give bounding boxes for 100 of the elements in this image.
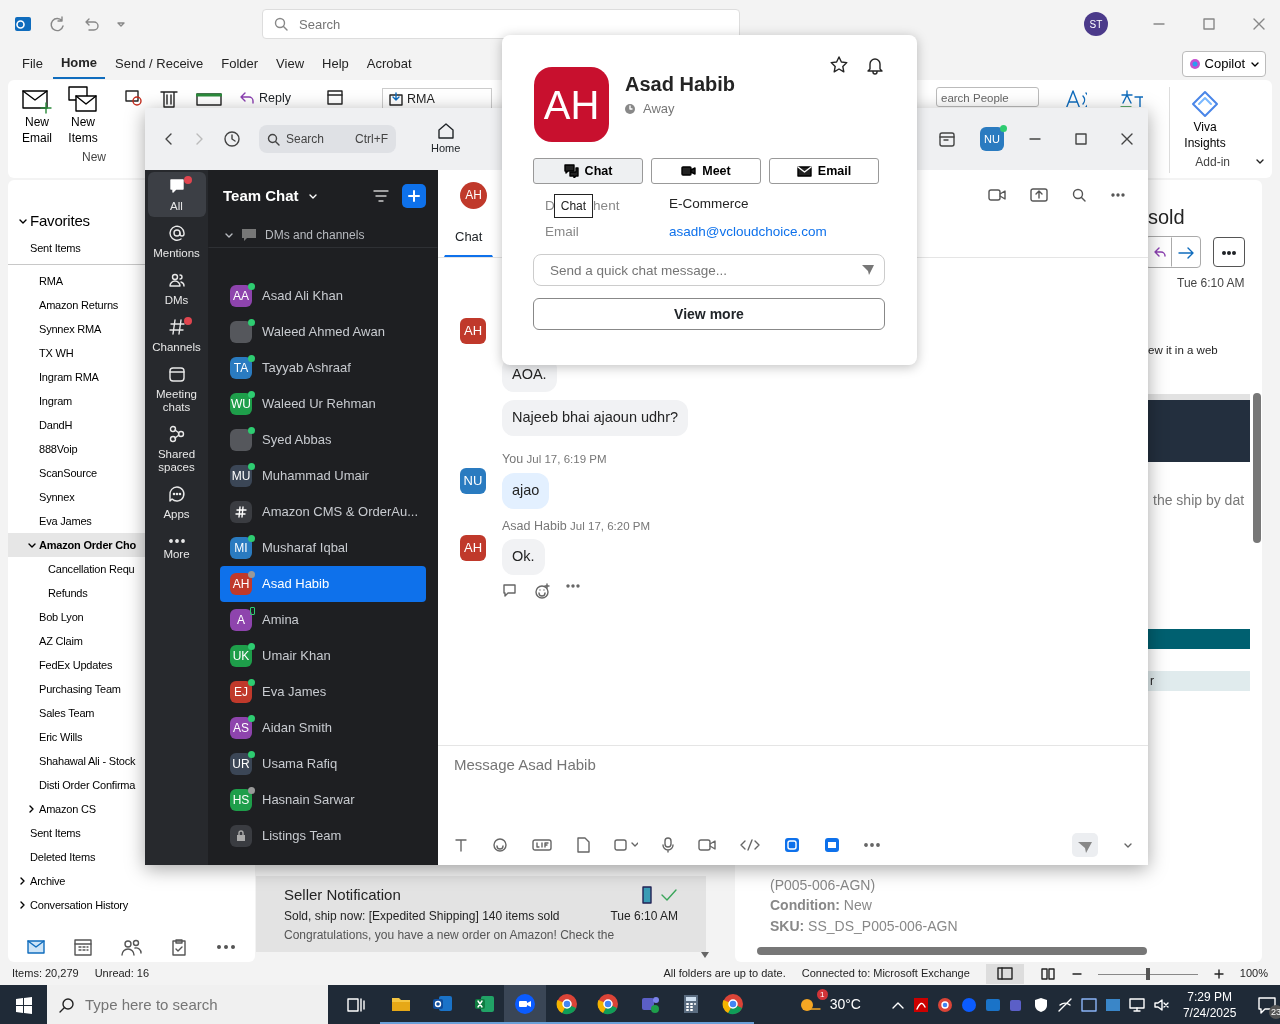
- contact-item[interactable]: UR Usama Rafiq: [220, 746, 426, 782]
- microphone-icon[interactable]: [662, 837, 674, 853]
- tasks-icon[interactable]: [169, 938, 188, 956]
- folder-item[interactable]: Ingram: [8, 389, 145, 413]
- filter-icon[interactable]: [372, 188, 390, 204]
- folder-item[interactable]: ScanSource: [8, 461, 145, 485]
- folder-item[interactable]: Eric Wills: [8, 725, 145, 749]
- ignore-icon[interactable]: [124, 88, 142, 106]
- search-field[interactable]: Search Ctrl+F: [259, 125, 396, 153]
- notifications-button[interactable]: 23: [1254, 991, 1280, 1018]
- star-icon[interactable]: [829, 55, 849, 75]
- mail-icon[interactable]: [25, 938, 46, 956]
- archive-icon[interactable]: [196, 92, 222, 106]
- folder-item[interactable]: 888Voip: [8, 437, 145, 461]
- folder-item[interactable]: Amazon Order Cho: [8, 533, 145, 557]
- screenshot-icon[interactable]: [614, 838, 638, 852]
- nav-item[interactable]: Meeting chats: [147, 360, 206, 418]
- view-more-button[interactable]: View more: [533, 298, 885, 331]
- copilot-button[interactable]: Copilot: [1181, 51, 1266, 77]
- folder-item[interactable]: Sent Items: [8, 821, 145, 845]
- speaker-muted-icon[interactable]: [1152, 996, 1169, 1013]
- folder-item[interactable]: Synnex RMA: [8, 317, 145, 341]
- folder-item[interactable]: DandH: [8, 413, 145, 437]
- folder-item[interactable]: Bob Lyon: [8, 605, 145, 629]
- section-header[interactable]: DMs and channels: [208, 222, 438, 248]
- contact-item[interactable]: Syed Abbas: [220, 422, 426, 458]
- delete-icon[interactable]: [158, 88, 180, 108]
- video-icon[interactable]: [988, 188, 1006, 202]
- maximize-icon[interactable]: [1074, 132, 1088, 146]
- folder-item[interactable]: Amazon CS: [8, 797, 145, 821]
- message-item[interactable]: Seller Notification Sold, ship now: [Expedited Shipping] 140 items sold Tue 6:10 AM Congratulations, you have a new order on Amazon! Check the: [256, 875, 706, 952]
- pdf-icon[interactable]: [912, 996, 929, 1013]
- search-field[interactable]: Search: [262, 9, 740, 39]
- nav-item[interactable]: Mentions: [147, 219, 206, 264]
- history-icon[interactable]: [223, 130, 241, 148]
- contact-item[interactable]: UK Umair Khan: [220, 638, 426, 674]
- folder-item[interactable]: TX WH: [8, 341, 145, 365]
- app-tray-icon[interactable]: [1080, 996, 1097, 1013]
- folder-item[interactable]: Disti Order Confirma: [8, 773, 145, 797]
- contact-item[interactable]: MU Muhammad Umair: [220, 458, 426, 494]
- reply-icon[interactable]: [502, 583, 518, 597]
- folder-item[interactable]: Shahawal Ali - Stock: [8, 749, 145, 773]
- send-button[interactable]: [1072, 833, 1098, 857]
- file-icon[interactable]: [576, 837, 590, 853]
- account-avatar[interactable]: ST: [1084, 12, 1108, 36]
- normal-view-icon[interactable]: [985, 963, 1024, 984]
- contact-item[interactable]: Waleed Ahmed Awan: [220, 314, 426, 350]
- profile-action-button[interactable]: Email: [769, 158, 879, 184]
- list-title-dropdown[interactable]: Team Chat: [222, 183, 318, 209]
- profile-action-button[interactable]: Chat: [533, 158, 643, 184]
- zoom-slider-thumb[interactable]: [1145, 967, 1150, 980]
- network-icon[interactable]: [1056, 996, 1073, 1013]
- more-icon[interactable]: [864, 842, 880, 848]
- taskbar-app[interactable]: [504, 985, 546, 1024]
- zoom-slider[interactable]: [1097, 967, 1198, 980]
- shield-icon[interactable]: [1032, 996, 1049, 1013]
- text-format-icon[interactable]: [454, 838, 468, 852]
- meeting-reply-icon[interactable]: [325, 88, 344, 106]
- contact-item[interactable]: TA Tayyab Ashraaf: [220, 350, 426, 386]
- nav-item[interactable]: Shared spaces: [147, 420, 206, 478]
- more-actions-button[interactable]: [1213, 237, 1245, 267]
- code-icon[interactable]: [740, 839, 760, 851]
- folder-item[interactable]: RMA: [8, 269, 145, 293]
- profile-action-button[interactable]: Meet: [651, 158, 761, 184]
- task-view-icon[interactable]: [345, 995, 366, 1014]
- emoji-icon[interactable]: [492, 837, 508, 853]
- search-people-field[interactable]: earch People: [936, 87, 1039, 107]
- folder-item[interactable]: Cancellation Requ: [8, 557, 145, 581]
- more-icon[interactable]: [566, 583, 580, 589]
- read-aloud-icon[interactable]: [1063, 87, 1087, 107]
- folder-item[interactable]: Refunds: [8, 581, 145, 605]
- folder-item[interactable]: Sales Team: [8, 701, 145, 725]
- folder-item[interactable]: Conversation History: [8, 893, 145, 917]
- folder-item[interactable]: Eva James: [8, 509, 145, 533]
- translate-icon[interactable]: [1119, 87, 1143, 107]
- app-tray-icon[interactable]: [1104, 996, 1121, 1013]
- contact-item[interactable]: WU Waleed Ur Rehman: [220, 386, 426, 422]
- chat-avatar[interactable]: AH: [460, 181, 487, 209]
- close-icon[interactable]: [1120, 132, 1134, 146]
- nav-item[interactable]: All: [147, 172, 206, 217]
- monitor-icon[interactable]: [1128, 996, 1145, 1013]
- folder-item[interactable]: Archive: [8, 869, 145, 893]
- dropdown-icon[interactable]: [116, 19, 126, 29]
- folder-item[interactable]: Synnex: [8, 485, 145, 509]
- reply-button[interactable]: Reply: [238, 88, 292, 109]
- start-icon[interactable]: [15, 995, 33, 1014]
- user-avatar[interactable]: NU: [980, 127, 1004, 151]
- chat-tab[interactable]: Chat: [444, 220, 494, 257]
- folder-item[interactable]: Favorites: [8, 206, 145, 236]
- zoom-in-icon[interactable]: [1213, 968, 1224, 979]
- outlook-logo-icon[interactable]: [14, 15, 32, 33]
- viva-insights-button[interactable]: Viva Insights: [1180, 87, 1230, 153]
- gif-icon[interactable]: [532, 839, 552, 851]
- folder-item[interactable]: Deleted Items: [8, 845, 145, 869]
- contact-item[interactable]: AA Asad Ali Khan: [220, 278, 426, 314]
- bell-icon[interactable]: [865, 55, 885, 75]
- menu-tab[interactable]: View: [268, 50, 313, 78]
- taskbar-search-field[interactable]: Type here to search: [47, 985, 328, 1024]
- video-clip-icon[interactable]: [698, 838, 716, 852]
- folder-item[interactable]: Amazon Returns: [8, 293, 145, 317]
